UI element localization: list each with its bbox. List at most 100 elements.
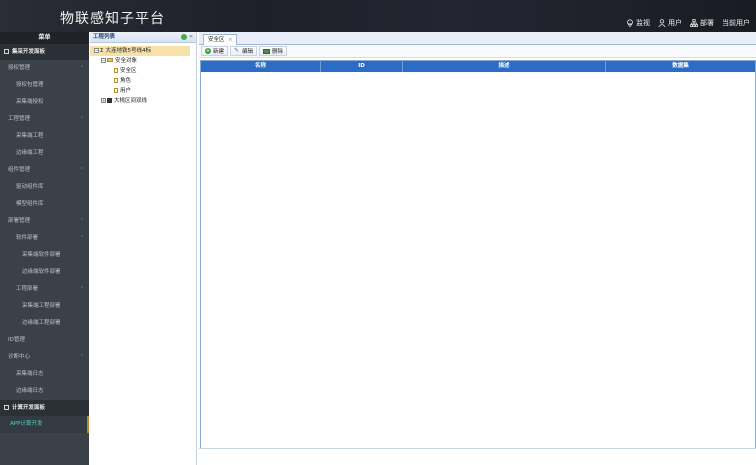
nav-current-user-label: 当前用户	[722, 19, 750, 27]
tree-node[interactable]: + 大桃区间双线	[90, 96, 196, 106]
grid-toolbar: + 新建 ✎ 编辑 删除	[199, 45, 756, 58]
new-button[interactable]: + 新建	[201, 46, 229, 56]
menu-category[interactable]: 计算开发面板	[0, 400, 89, 416]
tree-node-label: 用户	[120, 88, 132, 94]
expand-toggle-icon[interactable]: +	[101, 98, 106, 103]
collapse-panel-icon[interactable]: «	[189, 34, 193, 40]
edit-button-label: 编辑	[242, 49, 254, 55]
menu-item[interactable]: 模型组件库	[0, 196, 89, 213]
location-pin-icon	[627, 19, 633, 27]
file-icon	[114, 78, 118, 83]
menu-item-label: 边缘端工程	[16, 150, 44, 156]
menu-item-label: APP计算开发	[10, 421, 43, 427]
pencil-icon: ✎	[234, 47, 240, 54]
close-icon[interactable]: ×	[228, 37, 232, 43]
menu-item[interactable]: 诊断中心 ⌃	[0, 349, 89, 366]
tab-security-zone[interactable]: 安全区 ×	[203, 34, 238, 45]
chevron-up-icon[interactable]: ⌃	[80, 230, 84, 247]
nav-monitor[interactable]: 监视	[626, 18, 650, 28]
refresh-icon[interactable]	[181, 34, 188, 40]
menu-item-label: 边缘端日志	[16, 388, 44, 394]
column-header-dataset[interactable]: 数据集	[606, 61, 755, 72]
delete-button-label: 删除	[272, 49, 284, 55]
menu-item-label: 边缘端工程部署	[22, 320, 61, 326]
collapse-toggle-icon[interactable]: −	[94, 48, 99, 53]
menu-item-label: 边缘端软件部署	[22, 269, 61, 275]
menu-item[interactable]: 边缘端软件部署	[0, 264, 89, 281]
menu-category[interactable]: 集采开发面板	[0, 44, 89, 60]
menu-item[interactable]: 边缘端工程部署	[0, 315, 89, 332]
delete-button[interactable]: 删除	[259, 46, 288, 56]
tree-node[interactable]: − Σ 大连地铁5号线4标	[90, 46, 190, 56]
grid-body	[201, 72, 755, 465]
menu-item[interactable]: 采集端授权	[0, 94, 89, 111]
menu-item-label: 模型组件库	[16, 201, 44, 207]
app-title: 物联感知子平台	[60, 11, 165, 27]
project-icon	[107, 98, 112, 103]
panel-icon	[4, 49, 9, 54]
collapse-toggle-icon[interactable]: −	[101, 58, 106, 63]
menu-item[interactable]: ID管理	[0, 332, 89, 349]
chevron-up-icon[interactable]: ⌃	[80, 349, 84, 366]
menu-item[interactable]: 组件管理 ⌃	[0, 162, 89, 179]
grid-header-row: 名称 ID 描述 数据集	[201, 61, 755, 72]
tree-node[interactable]: 角色	[90, 76, 196, 86]
chevron-up-icon[interactable]: ⌃	[80, 60, 84, 77]
menu-item[interactable]: 部署管理 ⌃	[0, 213, 89, 230]
menu-item-label: 采集端日志	[16, 371, 44, 377]
menu-item-label: 集采开发面板	[12, 49, 46, 55]
menu-item[interactable]: 软件部署 ⌃	[0, 230, 89, 247]
menu-item-label: 工程部署	[16, 286, 39, 292]
menu-item[interactable]: 采集端工程	[0, 128, 89, 145]
menu-item[interactable]: 工程管理 ⌃	[0, 111, 89, 128]
tree-node-label: 安全区	[120, 68, 137, 74]
add-icon: +	[205, 48, 211, 54]
menu-item[interactable]: 工程部署 ⌃	[0, 281, 89, 298]
tree-node[interactable]: 用户	[90, 86, 196, 96]
column-header-id[interactable]: ID	[321, 61, 403, 72]
menu-item-label: 部署管理	[8, 218, 31, 224]
column-header-name[interactable]: 名称	[201, 61, 321, 72]
menu-item[interactable]: 授权包管理	[0, 77, 89, 94]
menu-item-label: 软件部署	[16, 235, 39, 241]
menu-item[interactable]: 边缘端工程	[0, 145, 89, 162]
menu-item[interactable]: 授权管理 ⌃	[0, 60, 89, 77]
menu-item-label: 采集端工程	[16, 133, 44, 139]
root-project-icon: Σ	[100, 48, 104, 54]
menu-list: 集采开发面板授权管理 ⌃ 授权包管理采集端授权工程管理 ⌃ 采集端工程边缘端工程组件管理…	[0, 44, 89, 433]
menu-item-label: 授权管理	[8, 65, 31, 71]
menu-item[interactable]: 边缘端日志	[0, 383, 89, 400]
user-icon	[658, 19, 666, 27]
chevron-up-icon[interactable]: ⌃	[80, 111, 84, 128]
sidebar-menu: 菜单 集采开发面板授权管理 ⌃ 授权包管理采集端授权工程管理 ⌃ 采集端工程边缘端工程组…	[0, 32, 89, 465]
menu-item[interactable]: 采集端日志	[0, 366, 89, 383]
chevron-up-icon[interactable]: ⌃	[80, 281, 84, 298]
delete-icon	[263, 48, 271, 54]
column-header-description[interactable]: 描述	[403, 61, 606, 72]
menu-item-label: ID管理	[8, 337, 25, 343]
tree-node[interactable]: 安全区	[90, 66, 196, 76]
project-tree-header: 工程列表 «	[90, 32, 196, 43]
tree-node-label: 安全对象	[115, 58, 138, 64]
menu-item-label: 授权包管理	[16, 82, 44, 88]
nav-deploy[interactable]: 部署	[690, 18, 714, 28]
tree-node[interactable]: − 安全对象	[90, 56, 196, 66]
tab-bar: 安全区 ×	[199, 32, 756, 45]
top-nav: 监视 用户 部署 当前用户	[626, 18, 750, 28]
nav-users[interactable]: 用户	[658, 18, 682, 28]
menu-item-label: 工程管理	[8, 116, 31, 122]
nav-monitor-label: 监视	[636, 19, 650, 27]
menu-item[interactable]: 采集端工程部署	[0, 298, 89, 315]
edit-button[interactable]: ✎ 编辑	[230, 46, 258, 56]
chevron-up-icon[interactable]: ⌃	[80, 213, 84, 230]
menu-item-label: 组件管理	[8, 167, 31, 173]
chevron-up-icon[interactable]: ⌃	[80, 162, 84, 179]
main-content: 安全区 × + 新建 ✎ 编辑 删除 名称 ID 描述 数据集	[199, 32, 756, 465]
menu-item[interactable]: 采集端软件部署	[0, 247, 89, 264]
file-icon	[114, 88, 118, 93]
menu-heading: 菜单	[0, 32, 89, 44]
project-tree-panel: 工程列表 « − Σ 大连地铁5号线4标 − 安全对象 安全区 角色 用户 + 大桃区间双线	[90, 32, 197, 465]
menu-item[interactable]: 驱动组件库	[0, 179, 89, 196]
menu-item[interactable]: APP计算开发	[0, 416, 89, 433]
nav-current-user[interactable]: 当前用户	[722, 18, 750, 28]
